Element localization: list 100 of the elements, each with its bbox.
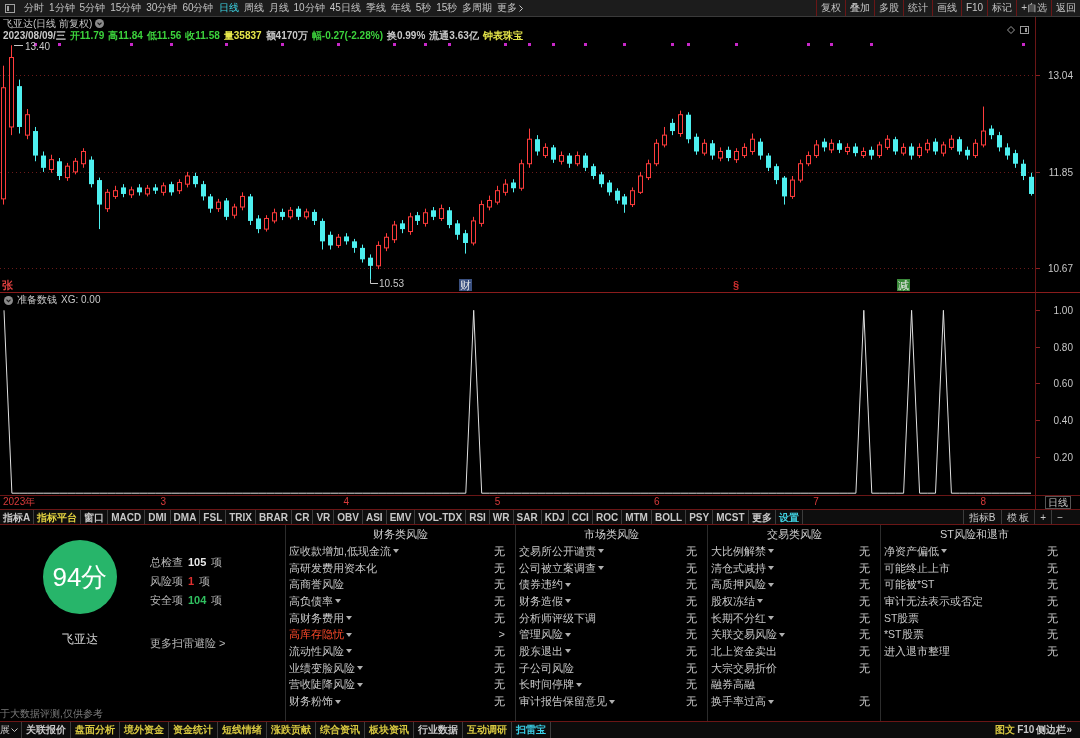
period-tab[interactable]: 15分钟	[110, 0, 142, 16]
indicator-tab[interactable]: 指标A	[0, 510, 35, 524]
bottom-tab[interactable]: 行业数据	[414, 722, 463, 738]
risk-item[interactable]: 可能终止上市	[884, 561, 950, 575]
risk-item[interactable]: 高商誉风险	[289, 578, 344, 592]
period-tab[interactable]: 30分钟	[146, 0, 178, 16]
indicator-tab[interactable]: CR	[291, 510, 314, 524]
risk-item[interactable]: 审计报告保留意见	[519, 695, 607, 709]
risk-item[interactable]: 长期不分红	[711, 611, 766, 625]
risk-item[interactable]: 进入退市整理	[884, 644, 950, 658]
bottom-tab[interactable]: 涨跌贡献	[267, 722, 316, 738]
sidebar-button[interactable]: 图文	[995, 723, 1016, 737]
period-tab[interactable]: 多周期	[462, 0, 493, 16]
risk-item[interactable]: 财务造假	[519, 594, 563, 608]
risk-item[interactable]: 审计无法表示或否定	[884, 594, 983, 608]
indicator-tab[interactable]: VR	[313, 510, 335, 524]
risk-item[interactable]: 高研发费用资本化	[289, 561, 377, 575]
indicator-tab[interactable]: DMA	[170, 510, 201, 524]
period-tab[interactable]: 15秒	[436, 0, 458, 16]
risk-item[interactable]: 融券高融	[711, 678, 755, 692]
bottom-tab[interactable]: 资金统计	[169, 722, 218, 738]
period-tab[interactable]: 周线	[243, 0, 264, 16]
risk-item[interactable]: 可能被*ST	[884, 578, 935, 592]
indicator-tab[interactable]: 更多	[748, 510, 776, 524]
risk-item[interactable]: 北上资金卖出	[711, 644, 777, 658]
bottom-tab[interactable]: 盘面分析	[71, 722, 120, 738]
indicator-tab[interactable]: KDJ	[541, 510, 569, 524]
sidebar-button[interactable]: 侧边栏»	[1036, 723, 1072, 737]
risk-item[interactable]: 换手率过高	[711, 695, 766, 709]
bottom-tab[interactable]: 综合资讯	[316, 722, 365, 738]
period-tab[interactable]: 日线	[218, 0, 239, 16]
risk-item[interactable]: 公司被立案调查	[519, 561, 596, 575]
risk-item[interactable]: ST股票	[884, 611, 920, 625]
risk-item[interactable]: 财务粉饰	[289, 695, 333, 709]
bottom-tab[interactable]: 板块资讯	[365, 722, 414, 738]
expand-button[interactable]: 展	[0, 722, 22, 738]
toolbar-button[interactable]: F10	[960, 0, 988, 16]
indicator-tab[interactable]: 模 板	[1000, 510, 1035, 524]
risk-item[interactable]: 股东退出	[519, 644, 563, 658]
indicator-tab[interactable]: MCST	[713, 510, 749, 524]
more-link[interactable]: 更多扫雷避险 >	[150, 635, 226, 652]
risk-item[interactable]: 业绩变脸风险	[289, 661, 355, 675]
bottom-tab[interactable]: 关联报价	[22, 722, 71, 738]
dropdown-icon[interactable]	[95, 19, 105, 28]
indicator-tab[interactable]: RSI	[466, 510, 490, 524]
period-tab[interactable]: 5秒	[415, 0, 432, 16]
indicator-tab[interactable]: 窗口	[81, 510, 109, 524]
toolbar-button[interactable]: 标记	[987, 0, 1017, 16]
bottom-tab[interactable]: 境外资金	[120, 722, 169, 738]
period-tab[interactable]: 10分钟	[293, 0, 325, 16]
risk-item[interactable]: 高负债率	[289, 594, 333, 608]
risk-item[interactable]: 子公司风险	[519, 661, 574, 675]
toolbar-button[interactable]: 叠加	[844, 0, 874, 16]
risk-item[interactable]: 大比例解禁	[711, 544, 766, 558]
period-tab[interactable]: 月线	[268, 0, 289, 16]
indicator-tab[interactable]: DMI	[145, 510, 171, 524]
indicator-tab[interactable]: FSL	[200, 510, 227, 524]
bottom-tab[interactable]: 扫雷宝	[512, 722, 551, 738]
risk-item[interactable]: *ST股票	[884, 628, 924, 642]
more-button[interactable]: 更多	[497, 0, 524, 16]
indicator-tab[interactable]: EMV	[386, 510, 416, 524]
toolbar-button[interactable]: +自选	[1016, 0, 1051, 16]
risk-item[interactable]: 股权冻结	[711, 594, 755, 608]
indicator-tab[interactable]: PSY	[686, 510, 714, 524]
sidebar-button[interactable]: F10	[1017, 723, 1035, 737]
period-tab[interactable]: 5分钟	[79, 0, 106, 16]
risk-item[interactable]: 管理风险	[519, 628, 563, 642]
panel-icon[interactable]	[1020, 25, 1029, 34]
risk-item[interactable]: 交易所公开谴责	[519, 544, 596, 558]
risk-item[interactable]: 分析师评级下调	[519, 611, 596, 625]
period-tab[interactable]: 年线	[390, 0, 411, 16]
risk-item[interactable]: 流动性风险	[289, 644, 344, 658]
risk-item[interactable]: 应收款增加,低现金流	[289, 544, 391, 558]
indicator-tab[interactable]: BRAR	[256, 510, 292, 524]
indicator-tab[interactable]: 指标平台	[34, 510, 82, 524]
period-tab[interactable]: 1分钟	[49, 0, 75, 16]
bottom-tab[interactable]: 互动调研	[463, 722, 512, 738]
indicator-tab[interactable]: 设置	[775, 510, 803, 524]
indicator-tab[interactable]: 指标B	[962, 510, 1001, 524]
risk-item[interactable]: 债券违约	[519, 578, 563, 592]
toolbar-button[interactable]: 画线	[931, 0, 961, 16]
toolbar-button[interactable]: 复权	[815, 0, 845, 16]
risk-item[interactable]: 高库存隐忧	[289, 628, 344, 642]
indicator-tab[interactable]: MTM	[622, 510, 652, 524]
indicator-tab[interactable]: CCI	[568, 510, 593, 524]
indicator-tab[interactable]: SAR	[513, 510, 542, 524]
toolbar-button[interactable]: 统计	[902, 0, 932, 16]
indicator-tab[interactable]: BOLL	[651, 510, 687, 524]
risk-item[interactable]: 净资产偏低	[884, 544, 939, 558]
risk-item[interactable]: 大宗交易折价	[711, 661, 777, 675]
toolbar-button[interactable]: 多股	[873, 0, 903, 16]
indicator-tab[interactable]: ASI	[362, 510, 387, 524]
indicator-tab[interactable]: ROC	[592, 510, 623, 524]
indicator-tab[interactable]: VOL-TDX	[415, 510, 467, 524]
window-icon[interactable]	[5, 3, 15, 13]
risk-item[interactable]: 长时间停牌	[519, 678, 574, 692]
collapse-icon[interactable]	[4, 295, 13, 305]
indicator-tab[interactable]: MACD	[108, 510, 146, 524]
indicator-tab[interactable]: WR	[489, 510, 514, 524]
risk-item[interactable]: 高财务费用	[289, 611, 344, 625]
